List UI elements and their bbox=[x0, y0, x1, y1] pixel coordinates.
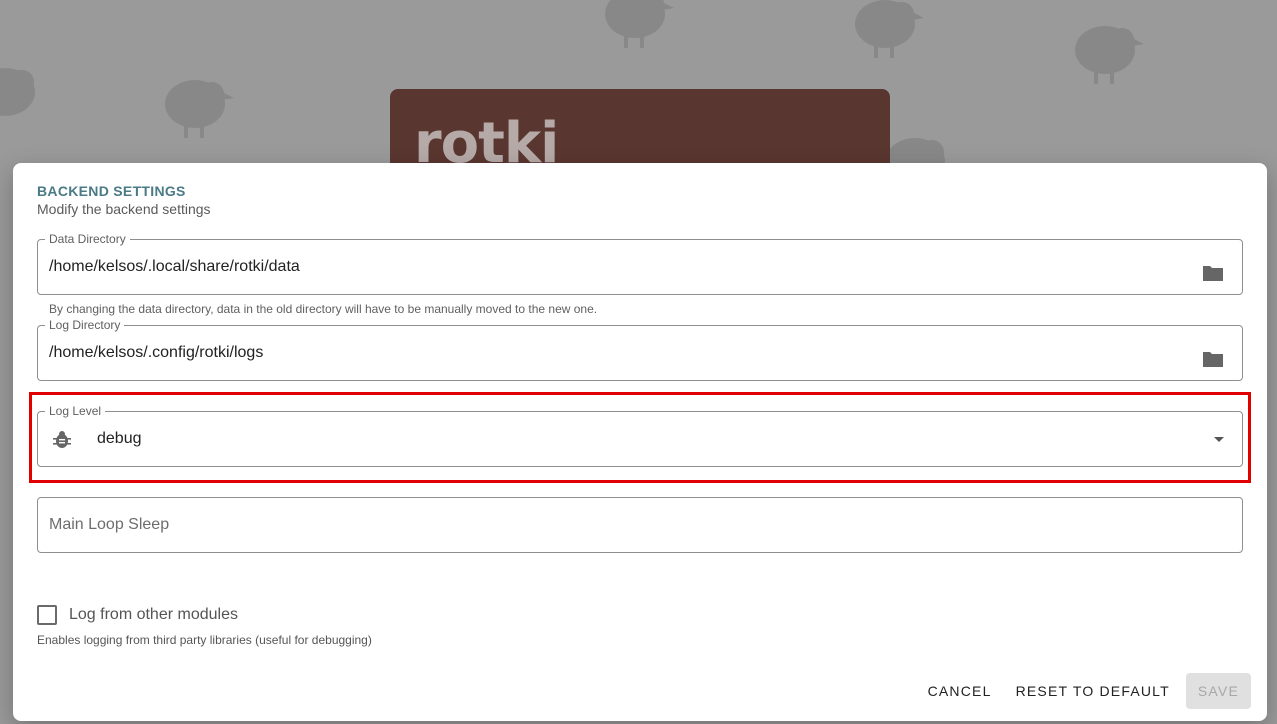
log-directory-field[interactable]: Log Directory /home/kelsos/.config/rotki… bbox=[37, 318, 1243, 381]
log-other-modules-hint: Enables logging from third party librari… bbox=[37, 633, 372, 647]
save-button[interactable]: SAVE bbox=[1185, 673, 1251, 709]
log-other-modules-row[interactable]: Log from other modules bbox=[37, 604, 238, 626]
bird-icon bbox=[840, 0, 930, 62]
folder-icon[interactable] bbox=[1202, 350, 1224, 368]
dialog-actions: CANCEL RESET TO DEFAULT SAVE bbox=[920, 673, 1251, 709]
data-directory-hint: By changing the data directory, data in … bbox=[49, 302, 598, 316]
chevron-down-icon[interactable] bbox=[1214, 437, 1224, 442]
data-directory-field[interactable]: Data Directory /home/kelsos/.local/share… bbox=[37, 232, 1243, 295]
dialog-title: BACKEND SETTINGS bbox=[37, 183, 186, 199]
bird-icon bbox=[590, 0, 680, 52]
backend-settings-dialog: BACKEND SETTINGS Modify the backend sett… bbox=[13, 163, 1267, 721]
dialog-subtitle: Modify the backend settings bbox=[37, 201, 211, 217]
log-other-modules-checkbox[interactable] bbox=[37, 605, 57, 625]
log-other-modules-label[interactable]: Log from other modules bbox=[69, 606, 238, 624]
log-level-label: Log Level bbox=[45, 404, 106, 418]
log-directory-value[interactable]: /home/kelsos/.config/rotki/logs bbox=[49, 344, 263, 362]
log-level-value[interactable]: debug bbox=[97, 430, 142, 448]
reset-to-default-button[interactable]: RESET TO DEFAULT bbox=[1008, 673, 1178, 709]
bird-icon bbox=[150, 72, 240, 142]
bird-icon bbox=[0, 60, 50, 130]
data-directory-value[interactable]: /home/kelsos/.local/share/rotki/data bbox=[49, 258, 300, 276]
bird-icon bbox=[1060, 18, 1150, 88]
folder-icon[interactable] bbox=[1202, 264, 1224, 282]
bug-icon bbox=[52, 430, 72, 450]
log-level-select[interactable]: Log Level debug bbox=[37, 404, 1243, 467]
data-directory-label: Data Directory bbox=[45, 232, 130, 246]
main-loop-sleep-field[interactable]: Main Loop Sleep bbox=[37, 497, 1243, 553]
cancel-button[interactable]: CANCEL bbox=[920, 673, 1000, 709]
main-loop-sleep-placeholder[interactable]: Main Loop Sleep bbox=[49, 516, 169, 534]
log-directory-label: Log Directory bbox=[45, 318, 125, 332]
